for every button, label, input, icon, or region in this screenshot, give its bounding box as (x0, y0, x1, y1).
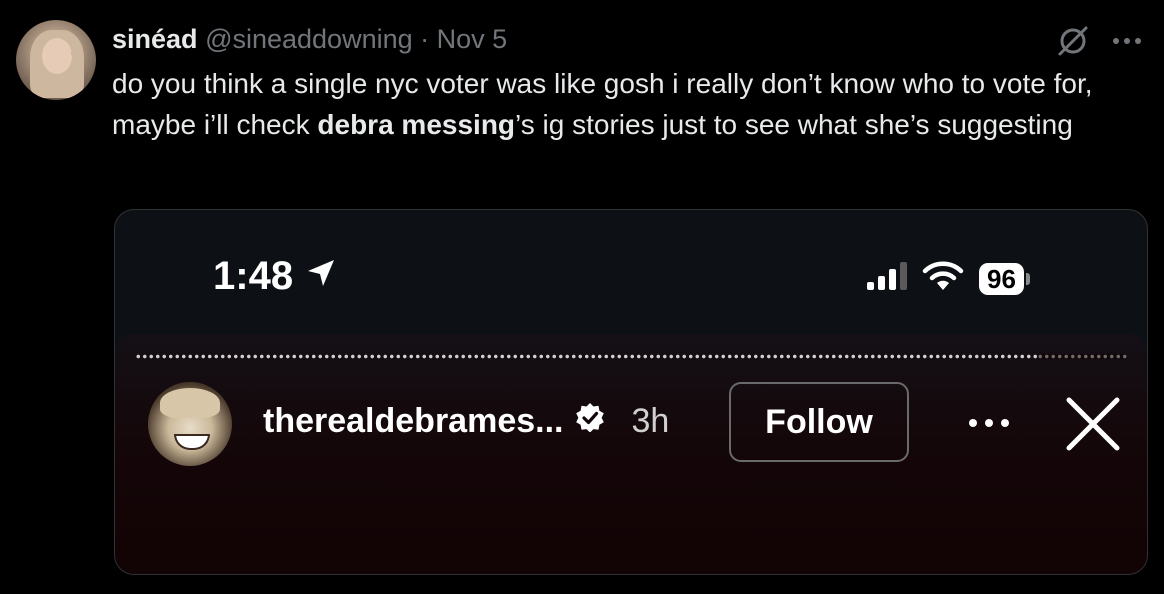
story-username[interactable]: therealdebrames... (263, 402, 563, 441)
grok-icon[interactable] (1056, 24, 1090, 58)
author-name[interactable]: sinéad (112, 24, 198, 54)
battery-cap (1025, 272, 1030, 285)
author-avatar[interactable] (16, 20, 96, 100)
story-user-avatar[interactable] (148, 382, 232, 466)
close-icon[interactable] (1065, 396, 1121, 457)
verified-badge-icon (575, 402, 605, 441)
follow-button[interactable]: Follow (729, 382, 909, 462)
tweet-text: do you think a single nyc voter was like… (112, 63, 1147, 145)
location-arrow-icon (305, 254, 337, 299)
tweet-media-screenshot[interactable]: 1:48 96 therealdebrames... 3h Follow (114, 209, 1148, 575)
tweet-header: sinéad @sineaddowning · Nov 5 (112, 21, 507, 57)
story-progress-bar (135, 354, 1127, 359)
story-timestamp: 3h (631, 402, 670, 440)
story-more-icon[interactable] (967, 416, 1011, 434)
status-bar-time: 1:48 (213, 254, 337, 299)
avatar-face (42, 38, 72, 74)
header-separator: · (420, 24, 430, 54)
avatar-smile (174, 434, 210, 450)
status-time-text: 1:48 (213, 254, 294, 298)
battery-level: 96 (979, 262, 1024, 295)
battery-icon: 96 (979, 262, 1030, 295)
instagram-story: therealdebrames... 3h Follow (115, 334, 1147, 574)
tweet-text-part2: ’s ig stories just to see what she’s sug… (515, 109, 1073, 140)
signal-icon (867, 260, 907, 297)
avatar-hands (160, 388, 220, 418)
more-icon[interactable] (1112, 36, 1142, 46)
story-user-info: therealdebrames... 3h (263, 402, 669, 441)
tweet-actions-top (1056, 24, 1142, 58)
tweet-date[interactable]: Nov 5 (437, 24, 508, 54)
story-progress-remaining (1037, 354, 1127, 359)
tweet-text-bold: debra messing (317, 109, 516, 140)
status-bar-right: 96 (867, 260, 1030, 297)
author-handle[interactable]: @sineaddowning (205, 24, 413, 54)
wifi-icon (921, 260, 965, 297)
